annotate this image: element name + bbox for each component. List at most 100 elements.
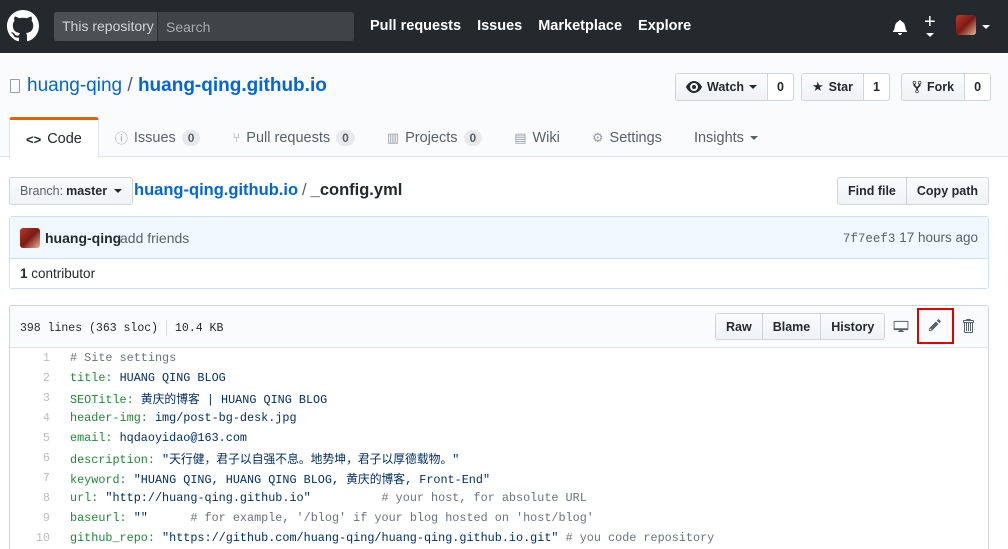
commit-author-avatar[interactable] [20,228,40,248]
nav-marketplace[interactable]: Marketplace [538,18,622,34]
branch-select-button[interactable]: Branch: master [9,177,134,205]
notifications-bell-icon[interactable] [892,19,908,35]
star-button[interactable]: ★ Star [801,73,864,101]
search-input[interactable] [158,12,354,41]
code-value: "http://huang-qing.github.io" [98,491,382,505]
line-number[interactable]: 1 [10,351,50,365]
repo-title: huang-qing / huang-qing.github.io [27,75,327,97]
edit-file-button[interactable] [917,308,954,344]
code-line: 10 github_repo: "https://github.com/huang… [10,528,988,548]
line-number[interactable]: 7 [10,471,50,485]
line-content: description: "天行健，君子以自强不息。地势坤，君子以厚德载物。" [50,450,459,467]
tab-code[interactable]: <> Code [9,117,99,158]
line-number[interactable]: 4 [10,411,50,425]
user-avatar[interactable] [956,15,976,35]
tab-issues[interactable]: ⓘ Issues 0 [99,117,217,158]
commit-meta: 7f7eef3 17 hours ago [843,230,978,246]
line-content: github_repo: "https://github.com/huang-q… [50,531,714,545]
tab-code-label: Code [47,131,82,147]
breadcrumb-separator: / [302,181,307,199]
tab-settings-label: Settings [609,129,662,146]
repo-owner-link[interactable]: huang-qing [27,75,122,96]
code-line: 8 url: "http://huang-qing.github.io" # yo… [10,488,988,508]
star-group: ★ Star 1 [801,73,890,101]
tab-pulls-label: Pull requests [246,129,331,146]
contributors-label: contributor [31,266,96,281]
gear-icon: ⚙ [591,129,604,145]
tab-projects-label: Projects [405,129,458,146]
nav-explore[interactable]: Explore [638,18,691,34]
nav-pull-requests[interactable]: Pull requests [370,18,461,34]
fork-icon [912,80,922,94]
commit-sha-link[interactable]: 7f7eef3 [843,232,896,246]
tab-pull-requests[interactable]: ⑂ Pull requests 0 [216,117,370,158]
code-value: "" [126,511,191,525]
code-comment: # your host, for absolute URL [381,491,587,505]
copy-path-button[interactable]: Copy path [906,177,989,205]
eye-icon [686,81,702,93]
line-number[interactable]: 5 [10,431,50,445]
code-value: hqdaoyidao@163.com [112,431,247,445]
branch-prefix-label: Branch: [20,184,64,198]
code-key: email: [70,431,113,445]
line-number[interactable]: 10 [10,531,50,545]
github-logo-icon[interactable] [7,10,39,42]
commit-author-link[interactable]: huang-qing [45,230,121,246]
watch-group: Watch 0 [675,73,794,101]
line-number[interactable]: 8 [10,491,50,505]
blame-button[interactable]: Blame [762,313,822,340]
breadcrumb-root-link[interactable]: huang-qing.github.io [134,181,298,199]
code-key: keyword: [70,472,127,487]
line-content: url: "http://huang-qing.github.io" # you… [50,491,587,505]
watch-count[interactable]: 0 [768,73,794,101]
line-number[interactable]: 3 [10,391,50,405]
file-info: 398 lines (363 sloc) 10.4 KB [20,320,223,336]
search-scope-label: This repository [54,12,158,41]
top-nav: Pull requests Issues Marketplace Explore [370,18,707,34]
star-label: Star [828,80,853,94]
line-number[interactable]: 9 [10,511,50,525]
code-line: 9 baseurl: "" # for example, '/blog' if y… [10,508,988,528]
repo-header: huang-qing / huang-qing.github.io Watch … [0,53,1008,158]
line-number[interactable]: 2 [10,371,50,385]
file-lines-info: 398 lines (363 sloc) [20,322,159,336]
tab-wiki[interactable]: ▤ Wiki [498,117,576,158]
code-key: title: [70,371,113,385]
file-header: 398 lines (363 sloc) 10.4 KB Raw Blame Hi… [10,306,988,348]
star-count[interactable]: 1 [863,73,890,101]
code-line: 7 keyword: "HUANG QING, HUANG QING BLOG, … [10,468,988,488]
pulls-counter: 0 [336,129,355,146]
desktop-icon[interactable] [893,320,909,332]
code-view: 1 # Site settings 2 title: HUANG QING BLOG… [10,348,988,548]
commit-message-link[interactable]: add friends [120,230,189,246]
fork-count[interactable]: 0 [965,73,992,101]
line-number[interactable]: 6 [10,451,50,465]
code-value: "https://github.com/huang-qing/huang-qin… [154,531,566,545]
watch-button[interactable]: Watch [675,73,769,101]
raw-button[interactable]: Raw [715,313,763,340]
nav-issues[interactable]: Issues [477,18,522,34]
fork-label: Fork [927,80,955,94]
git-pull-request-icon: ⑂ [232,130,241,145]
code-comment: # you code repository [565,531,715,545]
find-file-button[interactable]: Find file [836,177,907,205]
file-info-divider [166,320,168,336]
commit-time: 17 hours ago [899,230,978,245]
chevron-down-icon [749,85,758,89]
code-line: 5 email: hqdaoyidao@163.com [10,428,988,448]
branch-name: master [66,184,108,198]
create-new-icon[interactable]: + [924,12,936,32]
tab-insights[interactable]: Insights [678,117,774,158]
star-icon: ★ [812,79,824,94]
tab-settings[interactable]: ⚙ Settings [576,117,678,158]
history-button[interactable]: History [821,313,886,340]
repo-name-link[interactable]: huang-qing.github.io [138,75,327,96]
code-comment: # for example, '/blog' if your blog host… [190,511,594,525]
fork-button[interactable]: Fork [901,73,966,101]
line-content: title: HUANG QING BLOG [50,371,226,385]
tab-projects[interactable]: ▥ Projects 0 [371,117,498,158]
commit-tease: huang-qing add friends 7f7eef3 17 hours … [9,216,989,289]
trashcan-icon[interactable] [961,318,975,334]
contributors-row[interactable]: 1 contributor [10,259,988,289]
issues-counter: 0 [181,129,201,146]
